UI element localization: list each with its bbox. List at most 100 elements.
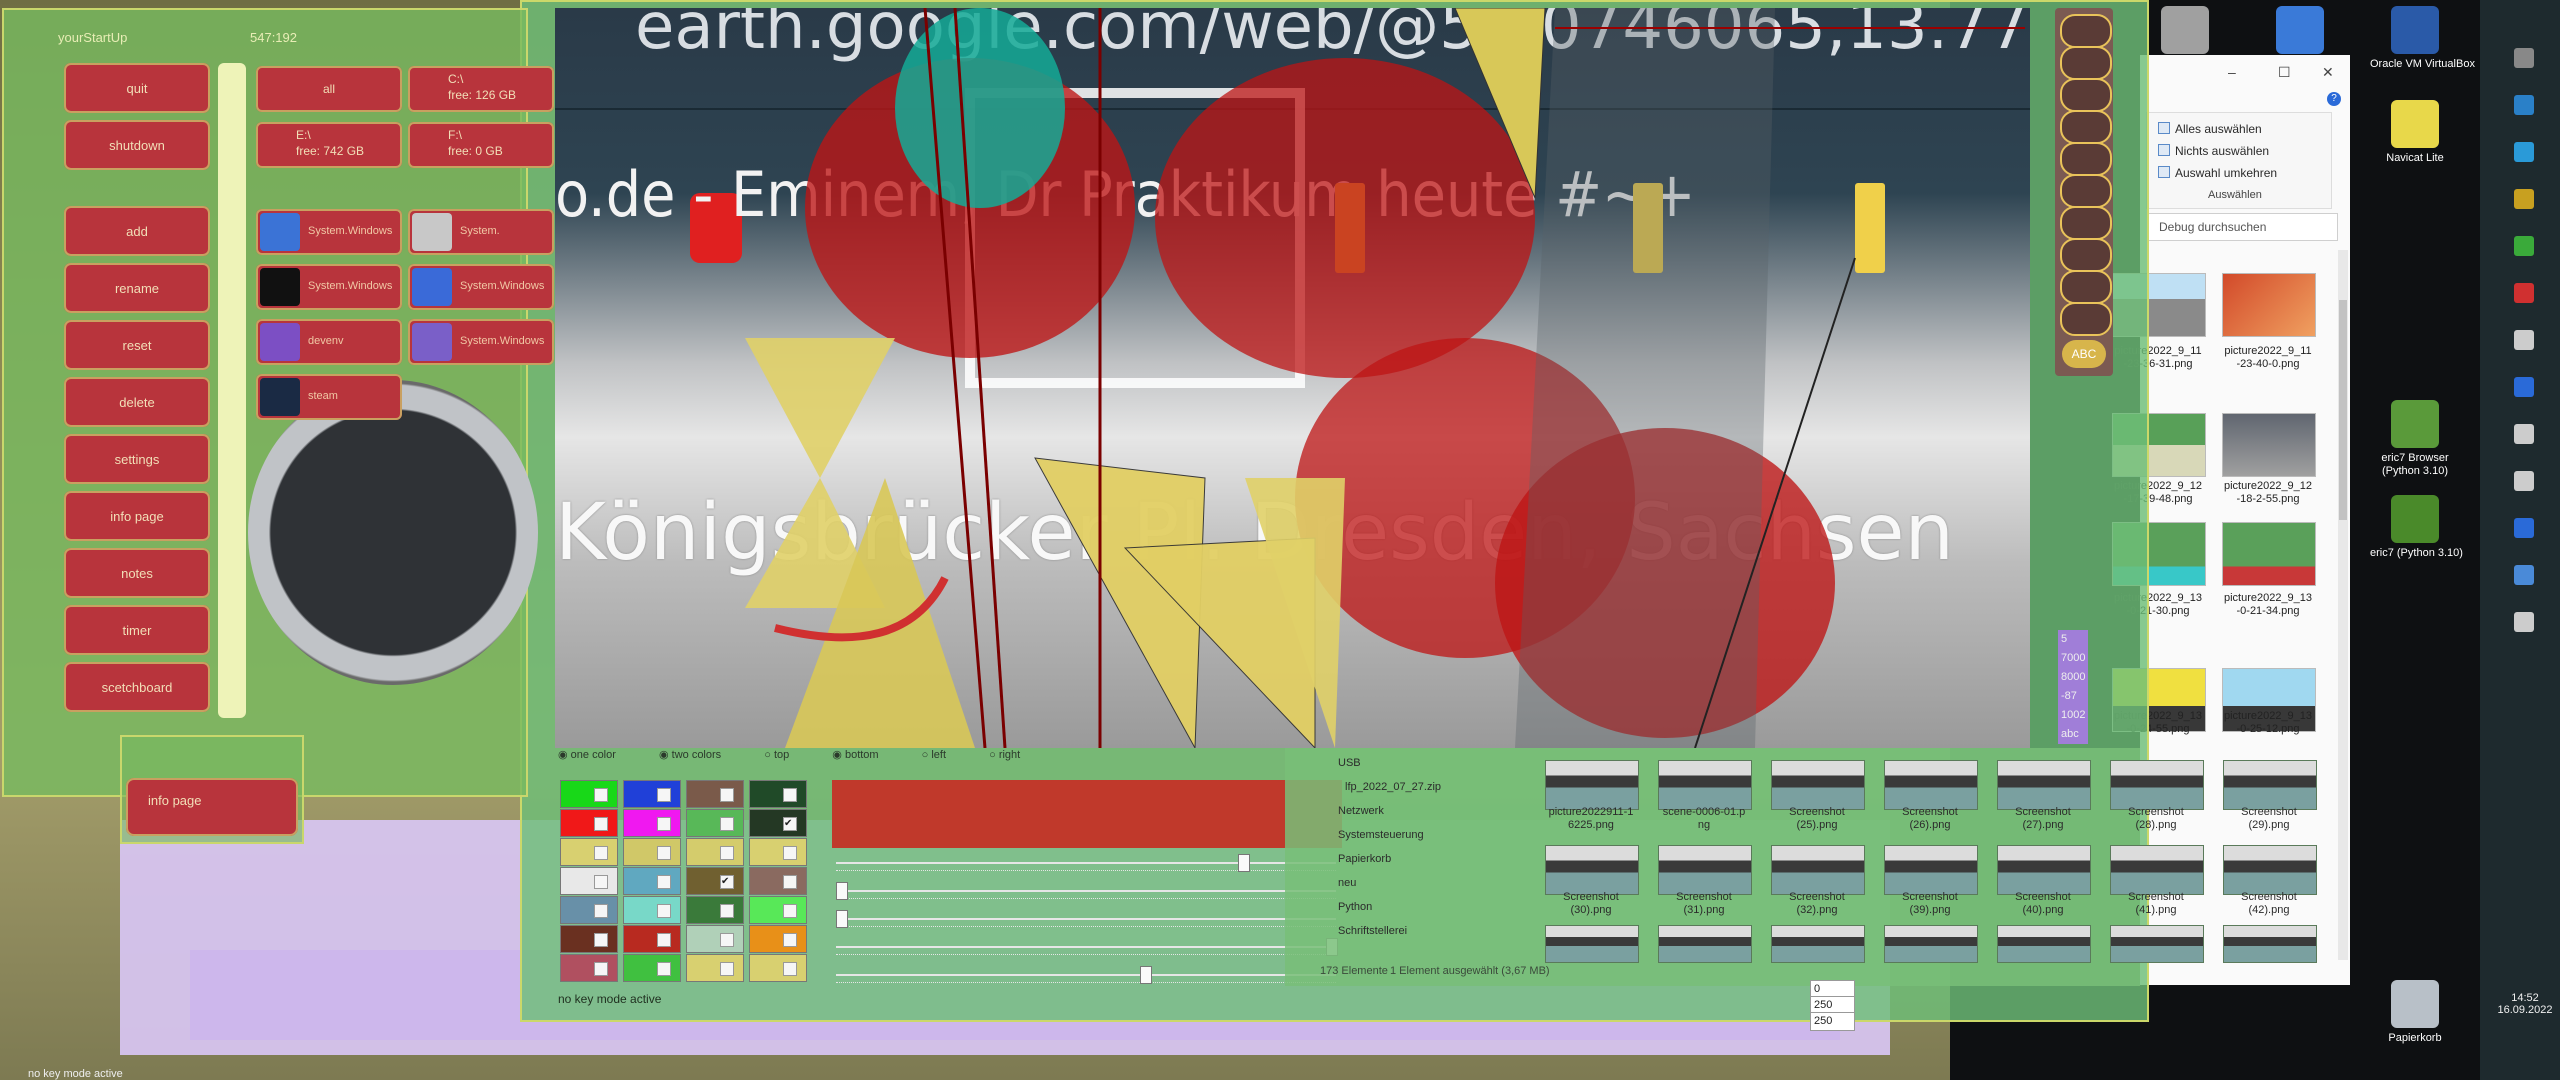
file-thumbnail[interactable]: [1884, 925, 1978, 963]
swatch-checkbox[interactable]: [657, 788, 671, 802]
launcher-button[interactable]: shutdown: [64, 120, 210, 170]
slider-thumb[interactable]: [836, 910, 848, 928]
nav-tree-item[interactable]: Netzwerk: [1338, 805, 1384, 817]
swatch-checkbox[interactable]: [783, 962, 797, 976]
launcher-button[interactable]: info page: [64, 491, 210, 541]
color-swatch[interactable]: [686, 896, 744, 924]
file-thumbnail[interactable]: [1771, 925, 1865, 963]
app-icon[interactable]: [2514, 518, 2534, 538]
file-thumbnail[interactable]: [2223, 845, 2317, 895]
triangle-down-shape-icon[interactable]: [2060, 142, 2112, 176]
file-thumbnail[interactable]: [1997, 845, 2091, 895]
launcher-button[interactable]: scetchboard: [64, 662, 210, 712]
text-tool-button[interactable]: ABC: [2062, 340, 2106, 368]
color-swatch[interactable]: [686, 780, 744, 808]
search-icon[interactable]: [2514, 48, 2534, 68]
launcher-button[interactable]: quit: [64, 63, 210, 113]
swatch-checkbox[interactable]: [720, 904, 734, 918]
color-swatch[interactable]: [560, 925, 618, 953]
app-icon[interactable]: [2514, 424, 2534, 444]
swatch-checkbox[interactable]: [783, 788, 797, 802]
help-icon[interactable]: ?: [2327, 92, 2341, 106]
file-thumbnail[interactable]: [2110, 925, 2204, 963]
color-swatch[interactable]: [623, 867, 681, 895]
drive-button[interactable]: all: [256, 66, 402, 112]
color-swatch[interactable]: ✔: [749, 809, 807, 837]
file-thumbnail[interactable]: [1771, 760, 1865, 810]
swatch-checkbox[interactable]: [720, 962, 734, 976]
steam-icon[interactable]: [2514, 377, 2534, 397]
color-swatch[interactable]: [623, 809, 681, 837]
invert-selection-item[interactable]: Auswahl umkehren: [2158, 166, 2277, 180]
app-button[interactable]: System.Windows: [408, 319, 554, 365]
launcher-button[interactable]: add: [64, 206, 210, 256]
swatch-checkbox[interactable]: [720, 933, 734, 947]
drive-button[interactable]: F:\ free: 0 GB: [408, 122, 554, 168]
color-swatch[interactable]: [623, 954, 681, 982]
info-page-button-2[interactable]: info page: [126, 778, 298, 836]
triangle-shape-icon[interactable]: [2060, 174, 2112, 208]
color-swatch[interactable]: [560, 780, 618, 808]
swatch-checkbox[interactable]: [657, 933, 671, 947]
color-swatch[interactable]: [686, 809, 744, 837]
swatch-checkbox[interactable]: [594, 788, 608, 802]
line-shape-icon-2[interactable]: [2060, 238, 2112, 272]
file-thumbnail[interactable]: [1545, 925, 1639, 963]
number-input[interactable]: 250: [1810, 1012, 1855, 1031]
file-thumbnail[interactable]: [2110, 845, 2204, 895]
maximize-icon[interactable]: ☐: [2278, 64, 2291, 81]
file-thumbnail[interactable]: [2222, 522, 2316, 586]
file-thumbnail[interactable]: [1658, 925, 1752, 963]
nav-tree-item[interactable]: Papierkorb: [1338, 853, 1391, 865]
swatch-checkbox[interactable]: [720, 788, 734, 802]
file-thumbnail[interactable]: [1997, 760, 2091, 810]
desktop-icon[interactable]: Oracle VM VirtualBox: [2370, 6, 2475, 71]
nav-tree-item[interactable]: Python: [1338, 901, 1372, 913]
file-thumbnail[interactable]: [2222, 273, 2316, 337]
swatch-checkbox[interactable]: [720, 817, 734, 831]
color-swatch[interactable]: [560, 954, 618, 982]
nav-tree-item[interactable]: lfp_2022_07_27.zip: [1345, 781, 1441, 793]
select-none-item[interactable]: Nichts auswählen: [2158, 144, 2269, 158]
launcher-button[interactable]: notes: [64, 548, 210, 598]
swatch-checkbox[interactable]: [594, 904, 608, 918]
polyline-shape-icon[interactable]: [2060, 270, 2112, 304]
half-triangle-shape-icon[interactable]: [2060, 302, 2112, 336]
swatch-checkbox[interactable]: [594, 817, 608, 831]
scrollbar-thumb[interactable]: [2339, 300, 2347, 520]
desktop-icon[interactable]: eric7 (Python 3.10): [2370, 495, 2463, 560]
launcher-button[interactable]: delete: [64, 377, 210, 427]
folder-icon[interactable]: [2514, 189, 2534, 209]
slider-thumb[interactable]: [1237, 854, 1250, 872]
swatch-checkbox[interactable]: [594, 933, 608, 947]
color-swatch[interactable]: [749, 780, 807, 808]
swatch-checkbox[interactable]: [720, 846, 734, 860]
swatch-checkbox[interactable]: [657, 875, 671, 889]
swatch-checkbox[interactable]: [594, 875, 608, 889]
launcher-button[interactable]: timer: [64, 605, 210, 655]
rounded-rect-shape-icon[interactable]: [2060, 14, 2112, 48]
launcher-scrollbar[interactable]: [218, 63, 246, 718]
swatch-checkbox[interactable]: ✔: [783, 817, 797, 831]
color-swatch[interactable]: [623, 838, 681, 866]
color-swatch[interactable]: [749, 838, 807, 866]
swatch-checkbox[interactable]: [783, 875, 797, 889]
color-swatch[interactable]: [686, 925, 744, 953]
desktop-icon[interactable]: [2255, 6, 2345, 58]
app-button[interactable]: System.Windows: [256, 209, 402, 255]
sketch-canvas[interactable]: earth.google.com/web/@51.0746065,13.7792…: [555, 8, 2030, 748]
app-icon[interactable]: [2514, 471, 2534, 491]
file-thumbnail[interactable]: [1997, 925, 2091, 963]
color-slider[interactable]: [836, 882, 1336, 900]
color-swatch[interactable]: [686, 838, 744, 866]
drive-button[interactable]: C:\ free: 126 GB: [408, 66, 554, 112]
app-button[interactable]: System.Windows: [408, 264, 554, 310]
desktop-icon[interactable]: Navicat Lite: [2370, 100, 2460, 165]
color-swatch[interactable]: [560, 838, 618, 866]
close-icon[interactable]: ✕: [2322, 64, 2334, 81]
nav-tree-item[interactable]: neu: [1338, 877, 1356, 889]
taskbar-clock[interactable]: 14:52 16.09.2022: [2495, 992, 2555, 1016]
app-button[interactable]: System.: [408, 209, 554, 255]
launcher-button[interactable]: reset: [64, 320, 210, 370]
swatch-checkbox[interactable]: [657, 904, 671, 918]
